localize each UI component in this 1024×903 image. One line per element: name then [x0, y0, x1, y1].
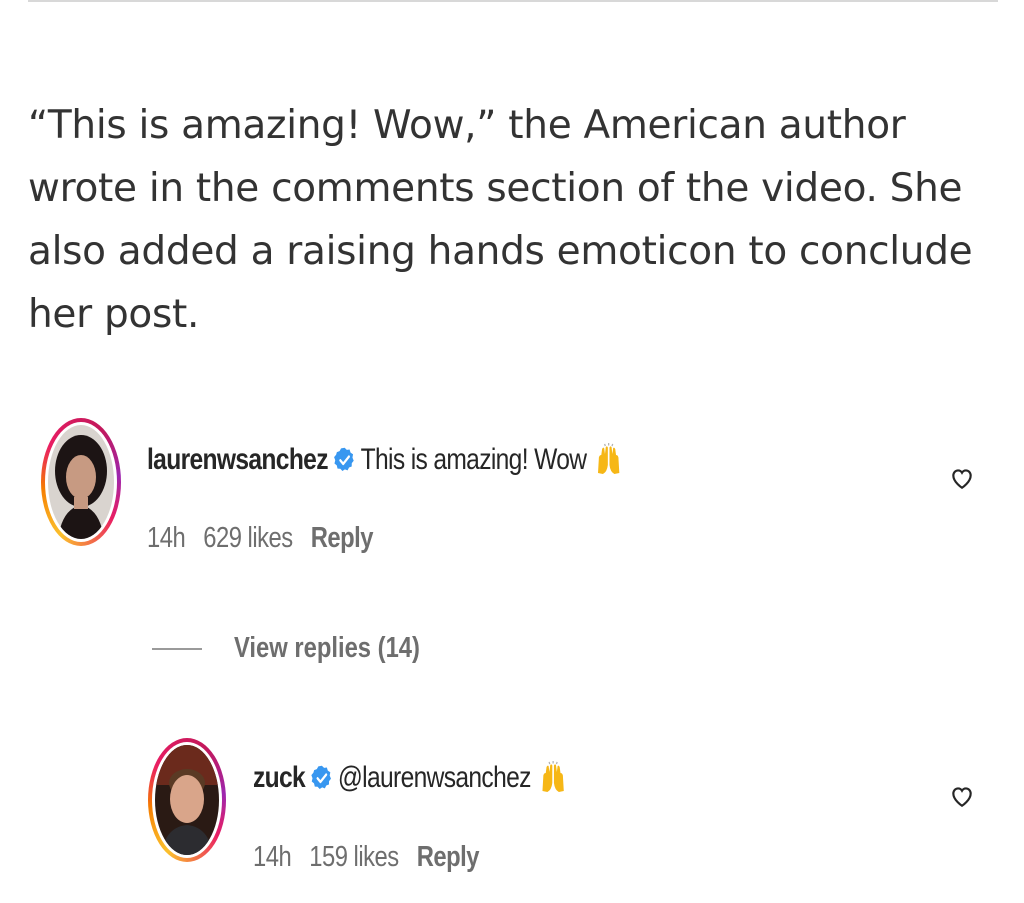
avatar-zuck[interactable] [148, 738, 226, 862]
comment-username[interactable]: laurenwsanchez [147, 443, 329, 477]
top-divider [28, 0, 998, 2]
article-paragraph: “This is amazing! Wow,” the American aut… [28, 103, 973, 337]
profile-photo-icon [48, 425, 114, 539]
verified-badge-icon [310, 765, 331, 789]
comment-text: This is amazing! Wow [360, 443, 587, 476]
like-heart-icon[interactable] [949, 783, 975, 809]
reply-button[interactable]: Reply [311, 522, 374, 555]
profile-photo-icon [155, 745, 219, 855]
comment-likes[interactable]: 159 likes [309, 841, 399, 874]
avatar-laurenwsanchez[interactable] [41, 418, 121, 546]
view-replies-label: View replies (14) [234, 632, 420, 664]
comment-time: 14h [253, 841, 292, 873]
view-replies-divider [152, 647, 202, 650]
comment-time: 14h [147, 522, 186, 554]
mention-link[interactable]: @laurenwsanchez [338, 761, 532, 795]
reply-button[interactable]: Reply [417, 841, 480, 874]
view-replies-link[interactable]: View replies (14) [152, 632, 461, 665]
like-heart-icon[interactable] [949, 465, 975, 491]
raising-hands-emoji-icon [597, 443, 620, 474]
comment-username[interactable]: zuck [253, 761, 306, 795]
verified-badge-icon [333, 447, 354, 471]
comment-likes[interactable]: 629 likes [203, 522, 293, 555]
raising-hands-emoji-icon [542, 761, 564, 792]
